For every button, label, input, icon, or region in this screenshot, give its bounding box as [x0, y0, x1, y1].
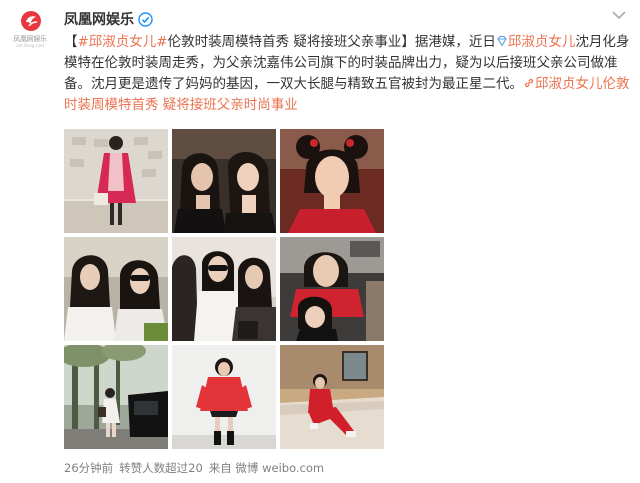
- post-time[interactable]: 26分钟前: [64, 460, 113, 476]
- chevron-down-icon[interactable]: [612, 10, 626, 20]
- ifeng-logo-icon: [20, 10, 42, 32]
- photo-thumb-3[interactable]: [280, 129, 384, 233]
- avatar-subcaption: ent.ifeng.com: [16, 43, 44, 48]
- diamond-icon: [496, 33, 508, 47]
- photo-thumb-8[interactable]: [172, 345, 276, 449]
- photo-thumb-1[interactable]: [64, 129, 168, 233]
- post-engagement: 转赞人数超过20: [119, 461, 203, 475]
- post-text: 【#邱淑贞女儿#伦敦时装周模特首秀 疑将接班父亲事业】据港媒，近日 邱淑贞女儿沈月…: [64, 32, 630, 116]
- avatar[interactable]: 凤凰网娱乐 ent.ifeng.com: [8, 8, 52, 52]
- post-mention[interactable]: 邱淑贞女儿: [508, 34, 576, 50]
- post-source[interactable]: 来自 微博 weibo.com: [209, 460, 324, 476]
- post-topic-tag[interactable]: #邱淑贞女儿#: [78, 34, 168, 50]
- photo-grid: [64, 129, 384, 449]
- verified-icon: [138, 11, 153, 27]
- avatar-caption: 凤凰网娱乐: [13, 35, 47, 43]
- photo-thumb-4[interactable]: [64, 237, 168, 341]
- photo-thumb-2[interactable]: [172, 129, 276, 233]
- post-meta: 26分钟前 转赞人数超过20 来自 微博 weibo.com: [64, 460, 324, 476]
- post-text-headline: 伦敦时装周模特首秀 疑将接班父亲事业】据港媒，近日: [167, 34, 496, 50]
- post-lead-bracket: 【: [64, 34, 78, 50]
- photo-thumb-9[interactable]: [280, 345, 384, 449]
- photo-thumb-6[interactable]: [280, 237, 384, 341]
- user-name[interactable]: 凤凰网娱乐: [64, 9, 134, 29]
- photo-thumb-7[interactable]: [64, 345, 168, 449]
- photo-thumb-5[interactable]: [172, 237, 276, 341]
- link-icon: [523, 75, 535, 88]
- user-name-row: 凤凰网娱乐: [64, 9, 153, 29]
